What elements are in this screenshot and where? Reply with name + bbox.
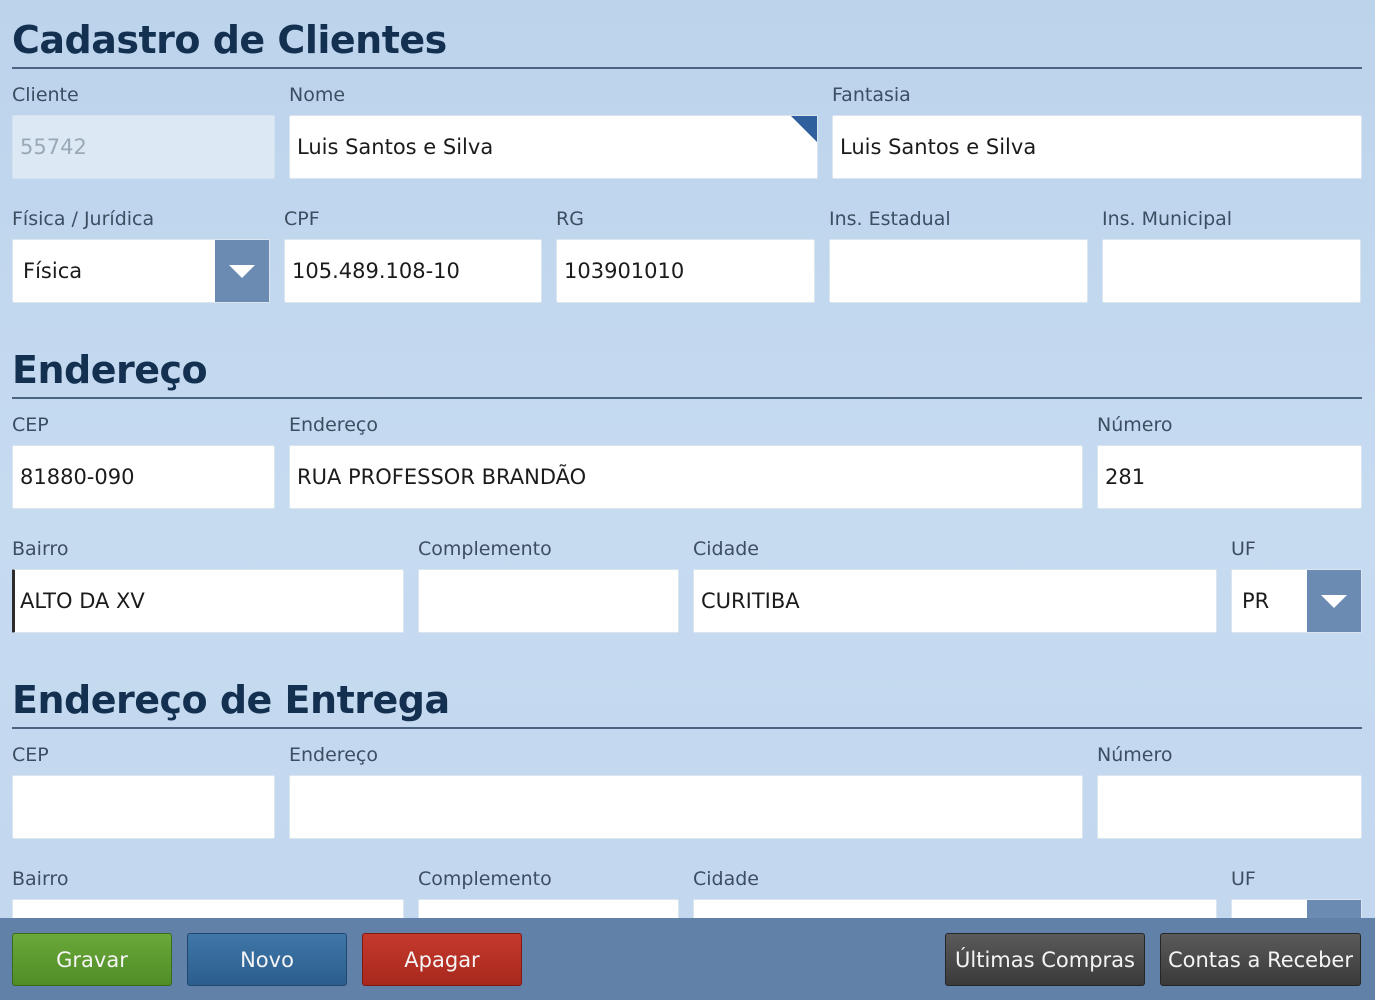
label-bairro: Bairro — [12, 538, 69, 560]
dropdown-button[interactable] — [1307, 570, 1361, 632]
label-complemento: Complemento — [418, 538, 552, 560]
label-uf: UF — [1231, 538, 1256, 560]
label-entrega-complemento: Complemento — [418, 868, 552, 890]
chevron-down-icon — [229, 264, 255, 278]
corner-marker-icon — [791, 116, 817, 142]
chevron-down-icon — [1321, 594, 1347, 608]
entrega-endereco-field[interactable] — [289, 775, 1083, 839]
label-numero: Número — [1097, 414, 1173, 436]
fantasia-field[interactable]: Luis Santos e Silva — [832, 115, 1362, 179]
client-form-page: Cadastro de Clientes Cliente 55742 Nome … — [0, 0, 1375, 918]
ultimas-compras-button[interactable]: Últimas Compras — [945, 933, 1145, 986]
nome-field-value: Luis Santos e Silva — [297, 135, 494, 159]
label-entrega-uf: UF — [1231, 868, 1256, 890]
label-entrega-endereco: Endereço — [289, 744, 378, 766]
label-entrega-cidade: Cidade — [693, 868, 759, 890]
entrega-uf-select[interactable] — [1231, 899, 1362, 918]
section-title-endereco: Endereço — [12, 348, 208, 392]
label-endereco: Endereço — [289, 414, 378, 436]
label-cep: CEP — [12, 414, 49, 436]
action-bar: Gravar Novo Apagar Últimas Compras Conta… — [0, 918, 1375, 1000]
entrega-bairro-field[interactable] — [12, 899, 404, 918]
gravar-button[interactable]: Gravar — [12, 933, 172, 986]
label-fantasia: Fantasia — [832, 84, 911, 106]
section-title-entrega: Endereço de Entrega — [12, 678, 450, 722]
cliente-code-field: 55742 — [12, 115, 275, 179]
complemento-field[interactable] — [418, 569, 679, 633]
section-title-cadastro: Cadastro de Clientes — [12, 18, 447, 62]
label-entrega-bairro: Bairro — [12, 868, 69, 890]
nome-field[interactable]: Luis Santos e Silva — [289, 115, 818, 179]
fisica-juridica-select[interactable]: Física — [12, 239, 270, 303]
novo-button[interactable]: Novo — [187, 933, 347, 986]
section-divider — [12, 727, 1362, 729]
numero-field[interactable]: 281 — [1097, 445, 1362, 509]
contas-receber-button[interactable]: Contas a Receber — [1160, 933, 1361, 986]
ins-municipal-field[interactable] — [1102, 239, 1361, 303]
label-cpf: CPF — [284, 208, 320, 230]
label-entrega-numero: Número — [1097, 744, 1173, 766]
uf-select[interactable]: PR — [1231, 569, 1362, 633]
label-fisica-juridica: Física / Jurídica — [12, 208, 155, 230]
label-cidade: Cidade — [693, 538, 759, 560]
label-ins-municipal: Ins. Municipal — [1102, 208, 1233, 230]
entrega-cidade-field[interactable] — [693, 899, 1217, 918]
entrega-cep-field[interactable] — [12, 775, 275, 839]
bairro-field[interactable]: ALTO DA XV — [12, 569, 404, 633]
rg-field[interactable]: 103901010 — [556, 239, 815, 303]
label-rg: RG — [556, 208, 584, 230]
uf-value: PR — [1242, 589, 1270, 613]
apagar-button[interactable]: Apagar — [362, 933, 522, 986]
label-nome: Nome — [289, 84, 346, 106]
ins-estadual-field[interactable] — [829, 239, 1088, 303]
entrega-complemento-field[interactable] — [418, 899, 679, 918]
dropdown-button[interactable] — [215, 240, 269, 302]
cidade-field[interactable]: CURITIBA — [693, 569, 1217, 633]
cep-field[interactable]: 81880-090 — [12, 445, 275, 509]
section-divider — [12, 397, 1362, 399]
entrega-numero-field[interactable] — [1097, 775, 1362, 839]
dropdown-button[interactable] — [1307, 900, 1361, 918]
cpf-field[interactable]: 105.489.108-10 — [284, 239, 542, 303]
label-entrega-cep: CEP — [12, 744, 49, 766]
label-ins-estadual: Ins. Estadual — [829, 208, 951, 230]
endereco-field[interactable]: RUA PROFESSOR BRANDÃO — [289, 445, 1083, 509]
section-divider — [12, 67, 1362, 69]
label-cliente: Cliente — [12, 84, 79, 106]
fisica-juridica-value: Física — [23, 259, 83, 283]
